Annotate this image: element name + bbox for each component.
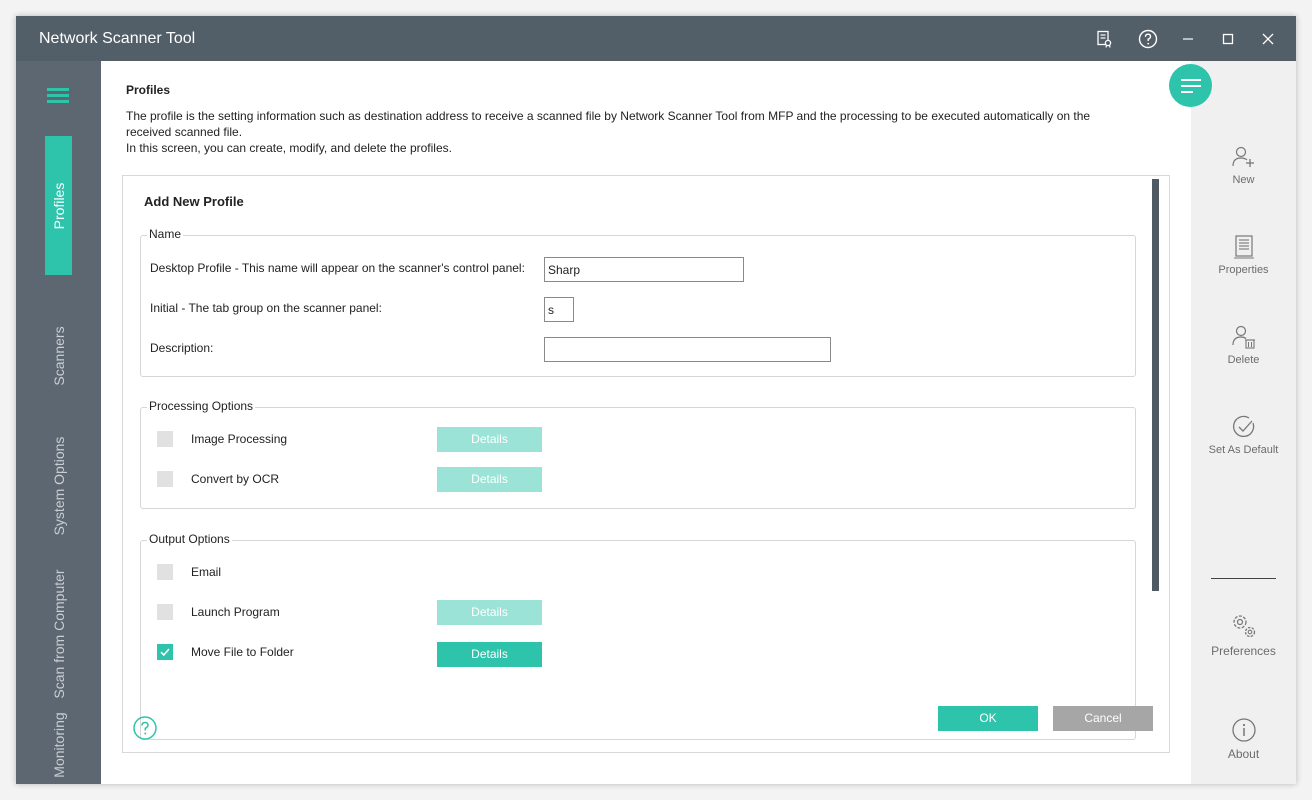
- about-label: About: [1227, 747, 1260, 761]
- help-icon[interactable]: [1137, 28, 1159, 50]
- divider: [1211, 578, 1276, 579]
- nav-item-label: System Options: [50, 436, 67, 536]
- desktop-profile-input[interactable]: [544, 257, 744, 282]
- checkmark-icon: [160, 648, 170, 657]
- image-processing-label: Image Processing: [191, 432, 288, 446]
- set-as-default-button[interactable]: Set As Default: [1191, 414, 1296, 456]
- info-icon: [1231, 718, 1256, 742]
- add-user-icon: [1231, 146, 1254, 167]
- set-as-default-label: Set As Default: [1208, 444, 1279, 456]
- group-legend: Output Options: [147, 532, 232, 546]
- panel-title: Add New Profile: [144, 194, 244, 209]
- nav-item-system-options[interactable]: System Options: [16, 421, 101, 551]
- convert-ocr-details-button[interactable]: Details: [437, 467, 542, 492]
- move-file-label: Move File to Folder: [191, 645, 294, 659]
- name-group: Name Desktop Profile - This name will ap…: [140, 227, 1136, 377]
- menu-lines-icon: [1180, 78, 1201, 93]
- nav-item-scan-from-computer[interactable]: Scan from Computer: [16, 561, 101, 706]
- page-description: The profile is the setting information s…: [126, 108, 1116, 156]
- new-profile-button[interactable]: New: [1191, 144, 1296, 186]
- description-input[interactable]: [544, 337, 831, 362]
- nav-item-label: Scan from Computer: [50, 568, 67, 699]
- nav-item-label: Profiles: [50, 182, 67, 229]
- cancel-button[interactable]: Cancel: [1053, 706, 1153, 731]
- scrollbar-thumb[interactable]: [1152, 179, 1159, 591]
- properties-button[interactable]: Properties: [1191, 234, 1296, 276]
- form-help-icon[interactable]: [133, 716, 157, 740]
- image-processing-checkbox[interactable]: [157, 431, 173, 447]
- launch-program-label: Launch Program: [191, 605, 280, 619]
- delete-label: Delete: [1227, 354, 1260, 366]
- email-checkbox[interactable]: [157, 564, 173, 580]
- properties-icon: [1233, 235, 1254, 259]
- title-bar: Network Scanner Tool: [16, 16, 1296, 61]
- check-circle-icon: [1232, 415, 1254, 437]
- delete-user-icon: [1231, 325, 1255, 349]
- app-window: Network Scanner Tool Profiles Scanners S…: [16, 16, 1296, 784]
- license-icon[interactable]: [1093, 28, 1115, 50]
- processing-options-group: Processing Options Image Processing Deta…: [140, 399, 1136, 509]
- about-button[interactable]: About: [1191, 717, 1296, 761]
- move-file-checkbox[interactable]: [157, 644, 173, 660]
- desktop-profile-label: Desktop Profile - This name will appear …: [150, 261, 525, 275]
- main-content: Profiles The profile is the setting info…: [101, 61, 1191, 784]
- minimize-icon[interactable]: [1177, 28, 1199, 50]
- description-label: Description:: [150, 341, 214, 355]
- add-profile-panel: Add New Profile Name Desktop Profile - T…: [122, 175, 1170, 753]
- maximize-icon[interactable]: [1217, 28, 1239, 50]
- close-icon[interactable]: [1257, 28, 1279, 50]
- nav-item-monitoring[interactable]: Monitoring: [16, 711, 101, 779]
- initial-input[interactable]: [544, 297, 574, 322]
- ok-button[interactable]: OK: [938, 706, 1038, 731]
- left-navigation: Profiles Scanners System Options Scan fr…: [16, 61, 101, 784]
- properties-label: Properties: [1218, 264, 1269, 276]
- menu-icon[interactable]: [47, 88, 69, 104]
- page-description-line: The profile is the setting information s…: [126, 109, 1091, 139]
- delete-profile-button[interactable]: Delete: [1191, 324, 1296, 366]
- app-title: Network Scanner Tool: [39, 30, 196, 47]
- right-action-bar: New Properties Delete Set As Default Pre…: [1191, 61, 1296, 784]
- image-processing-details-button[interactable]: Details: [437, 427, 542, 452]
- gear-icon: [1232, 615, 1255, 638]
- launch-program-details-button[interactable]: Details: [437, 600, 542, 625]
- group-legend: Processing Options: [147, 399, 256, 413]
- page-title: Profiles: [126, 83, 171, 97]
- preferences-label: Preferences: [1211, 644, 1276, 658]
- email-label: Email: [191, 565, 222, 579]
- convert-ocr-checkbox[interactable]: [157, 471, 173, 487]
- initial-label: Initial - The tab group on the scanner p…: [150, 301, 382, 315]
- nav-item-label: Monitoring: [50, 712, 67, 778]
- group-legend: Name: [147, 227, 184, 241]
- launch-program-checkbox[interactable]: [157, 604, 173, 620]
- preferences-button[interactable]: Preferences: [1191, 612, 1296, 658]
- menu-fab-button[interactable]: [1169, 64, 1212, 107]
- convert-ocr-label: Convert by OCR: [191, 472, 280, 486]
- new-label: New: [1232, 174, 1255, 186]
- nav-item-scanners[interactable]: Scanners: [16, 301, 101, 411]
- move-file-details-button[interactable]: Details: [437, 642, 542, 667]
- nav-item-label: Scanners: [50, 326, 67, 386]
- nav-item-profiles[interactable]: Profiles: [45, 136, 72, 275]
- page-description-line: In this screen, you can create, modify, …: [126, 141, 452, 155]
